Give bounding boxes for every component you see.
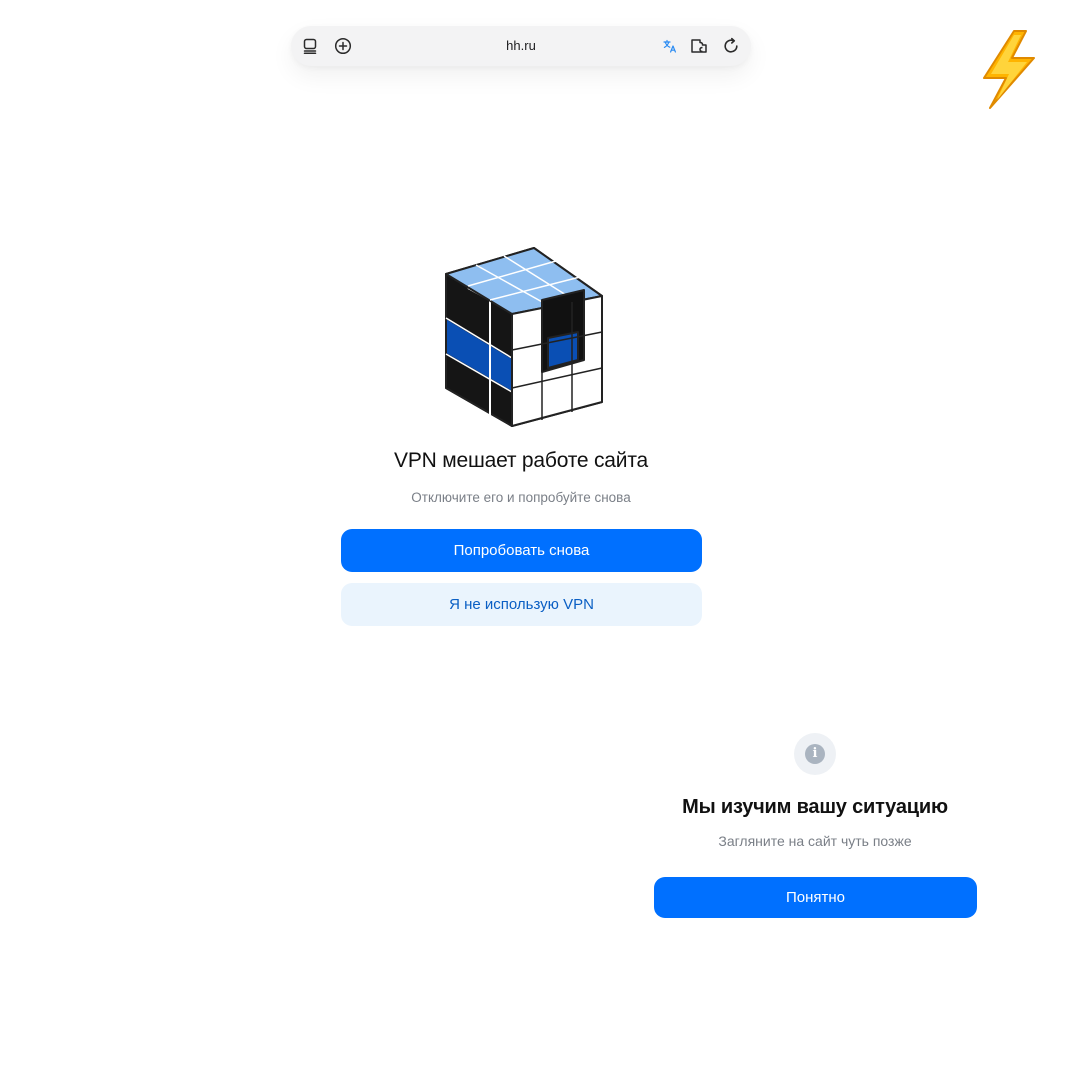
vpn-dialog-title: VPN мешает работе сайта xyxy=(394,449,648,472)
info-dialog-subtitle: Загляните на сайт чуть позже xyxy=(718,833,912,849)
new-tab-icon[interactable] xyxy=(333,36,353,56)
translate-icon[interactable] xyxy=(660,36,680,56)
reload-icon[interactable] xyxy=(721,36,741,56)
vpn-dialog-subtitle: Отключите его и попробуйте снова xyxy=(411,490,631,505)
extension-icon[interactable] xyxy=(690,36,710,56)
page: hh.ru VPN мешает работе сайта Отключите … xyxy=(0,0,1080,1080)
ok-button[interactable]: Понятно xyxy=(654,877,977,918)
tabs-icon[interactable] xyxy=(301,36,321,56)
no-vpn-button[interactable]: Я не использую VPN xyxy=(341,583,702,626)
info-glyph: i xyxy=(805,744,825,764)
retry-button[interactable]: Попробовать снова xyxy=(341,529,702,572)
info-icon: i xyxy=(794,733,836,775)
info-dialog-title: Мы изучим вашу ситуацию xyxy=(682,796,948,818)
url-field[interactable]: hh.ru xyxy=(441,26,601,66)
high-voltage-emoji xyxy=(976,28,1044,112)
rubik-cube-illustration xyxy=(436,242,612,434)
address-bar: hh.ru xyxy=(291,26,751,66)
